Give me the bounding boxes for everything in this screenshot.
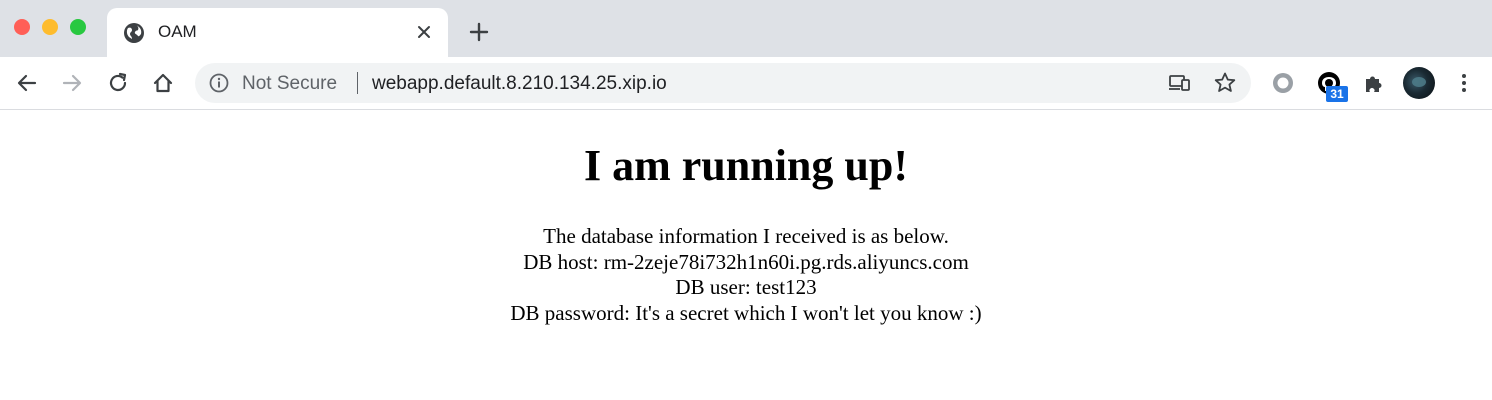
extensions-puzzle-icon[interactable] (1360, 69, 1388, 97)
db-password: DB password: It's a secret which I won't… (510, 300, 982, 325)
install-app-icon[interactable] (1168, 71, 1192, 95)
url-text[interactable]: webapp.default.8.210.134.25.xip.io (372, 73, 667, 94)
tab-oam[interactable]: OAM (107, 8, 448, 57)
maximize-window-button[interactable] (70, 19, 86, 35)
address-bar[interactable]: Not Secure webapp.default.8.210.134.25.x… (195, 63, 1251, 103)
avatar[interactable] (1403, 67, 1435, 99)
avatar-face (1412, 77, 1426, 87)
tab-strip: OAM (0, 0, 1492, 57)
database-info: The database information I received is a… (0, 224, 1492, 326)
back-arrow-icon[interactable] (13, 69, 41, 97)
close-window-button[interactable] (14, 19, 30, 35)
page-title: I am running up! (583, 141, 908, 190)
home-icon[interactable] (149, 69, 177, 97)
omnibox-divider (357, 72, 358, 94)
browser-toolbar: Not Secure webapp.default.8.210.134.25.x… (0, 57, 1492, 110)
tab-title: OAM (158, 22, 197, 41)
star-icon[interactable] (1213, 71, 1237, 95)
db-host: DB host: rm-2zeje78i732h1n60i.pg.rds.ali… (523, 249, 969, 274)
new-tab-button[interactable] (467, 20, 491, 44)
close-icon[interactable] (412, 20, 436, 44)
info-intro: The database information I received is a… (543, 224, 949, 248)
reload-icon[interactable] (104, 69, 132, 97)
globe-icon (123, 22, 145, 44)
minimize-window-button[interactable] (42, 19, 58, 35)
extension-badge: 31 (1326, 86, 1348, 102)
page-content: I am running up! The database informatio… (0, 110, 1492, 326)
db-user: DB user: test123 (675, 275, 817, 299)
forward-arrow-icon[interactable] (58, 69, 86, 97)
menu-kebab-icon[interactable] (1450, 69, 1478, 97)
security-indicator[interactable]: Not Secure (242, 73, 337, 94)
info-icon[interactable] (209, 73, 229, 93)
extension-circle-icon[interactable] (1269, 69, 1297, 97)
